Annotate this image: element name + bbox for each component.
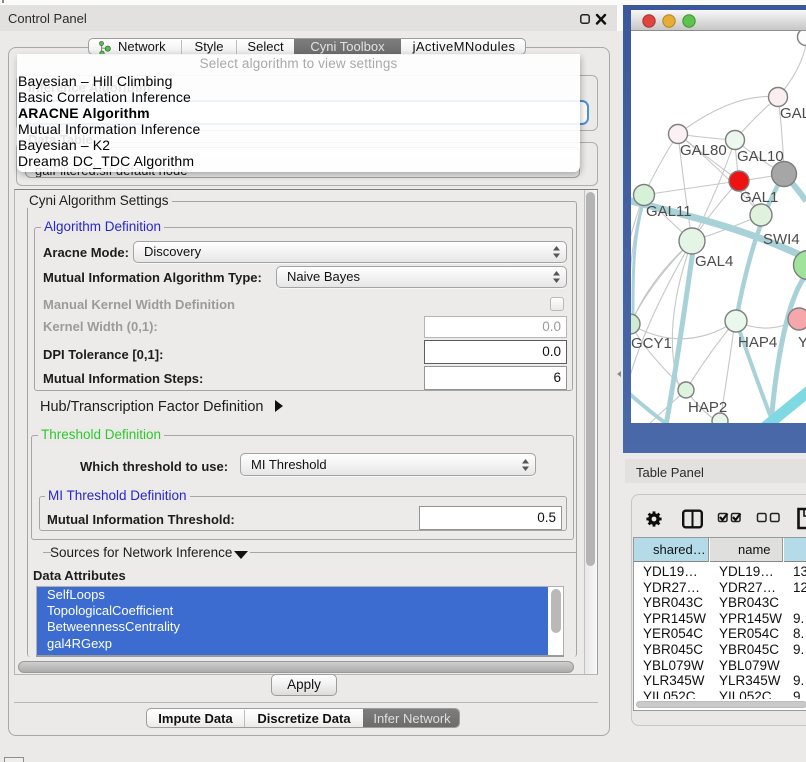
- svg-text:GAL80: GAL80: [680, 142, 727, 159]
- svg-text:GAL…: GAL…: [780, 105, 806, 122]
- svg-text:SWI4: SWI4: [763, 231, 800, 248]
- svg-text:Y: Y: [798, 334, 806, 351]
- svg-text:GAL1: GAL1: [740, 189, 778, 206]
- svg-text:GAL11: GAL11: [646, 203, 692, 220]
- svg-text:HAP2: HAP2: [688, 399, 727, 416]
- svg-text:GAL4: GAL4: [695, 253, 733, 270]
- svg-text:GAL10: GAL10: [737, 148, 784, 165]
- svg-text:GCY1: GCY1: [631, 335, 672, 352]
- svg-text:HAP4: HAP4: [738, 334, 777, 351]
